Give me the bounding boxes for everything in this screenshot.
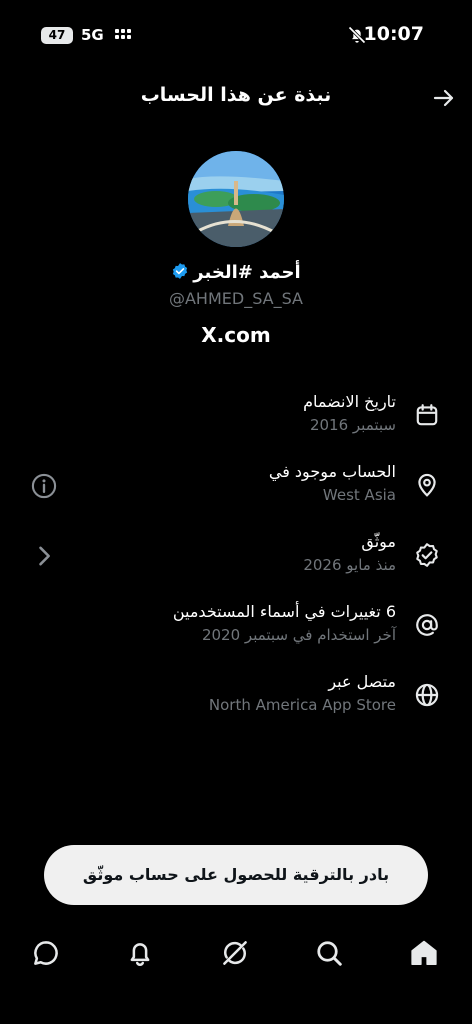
verified-badge-icon: [416, 543, 438, 567]
profile-site[interactable]: X.com: [0, 323, 472, 347]
chevron-left-icon[interactable]: [30, 542, 58, 570]
home-icon[interactable]: [409, 938, 439, 968]
at-sign-icon: [416, 614, 438, 636]
profile-name: أحمد #الخبر: [193, 262, 301, 283]
profile-handle: @AHMED_SA_SA: [168, 289, 303, 308]
network-type: 5G: [81, 26, 104, 44]
profile-name-row: أحمد #الخبر: [0, 262, 472, 283]
row-sub: منذ مايو 2026: [303, 556, 396, 574]
row-label: موثّق: [361, 532, 396, 551]
row-sub: آخر استخدام في سبتمبر 2020: [201, 626, 396, 644]
info-icon[interactable]: [30, 472, 58, 500]
status-bar: 47 5G 10:07: [0, 20, 472, 50]
page-title: نبذة عن هذا الحساب: [140, 84, 332, 106]
battery-indicator: 47: [41, 27, 73, 44]
upgrade-button[interactable]: بادر بالترقية للحصول على حساب موثّق: [44, 845, 428, 905]
search-icon[interactable]: [314, 938, 344, 968]
messages-icon[interactable]: [31, 938, 61, 968]
info-row-verified[interactable]: موثّق منذ مايو 2026: [0, 532, 472, 592]
info-row-joined: تاريخ الانضمام سبتمبر 2016: [0, 392, 472, 452]
row-label: 6 تغييرات في أسماء المستخدمين: [172, 602, 396, 621]
bottom-nav: [0, 930, 472, 980]
about-account-screen: 47 5G 10:07 نبذة عن هذا الحساب أحمد #الخ…: [0, 0, 472, 1024]
info-row-username-changes: 6 تغييرات في أسماء المستخدمين آخر استخدا…: [0, 602, 472, 662]
notifications-icon[interactable]: [125, 938, 155, 968]
row-label: متصل عبر: [328, 672, 396, 691]
location-pin-icon: [418, 473, 436, 497]
avatar[interactable]: [188, 151, 284, 247]
calendar-icon: [416, 404, 438, 426]
verified-badge-icon: [173, 263, 188, 279]
grok-icon[interactable]: [220, 938, 250, 968]
info-row-connected-via: متصل عبر North America App Store: [0, 672, 472, 732]
row-label: تاريخ الانضمام: [303, 392, 396, 411]
row-sub: سبتمبر 2016: [309, 416, 396, 434]
row-sub: West Asia: [322, 486, 396, 504]
signal-icon: [115, 29, 135, 43]
row-sub: North America App Store: [208, 696, 396, 714]
clock: 10:07: [363, 23, 424, 45]
globe-icon: [415, 683, 439, 707]
arrow-right-icon[interactable]: [432, 86, 456, 110]
header: نبذة عن هذا الحساب: [0, 80, 472, 116]
row-label: الحساب موجود في: [268, 462, 396, 481]
info-row-location: الحساب موجود في West Asia: [0, 462, 472, 522]
